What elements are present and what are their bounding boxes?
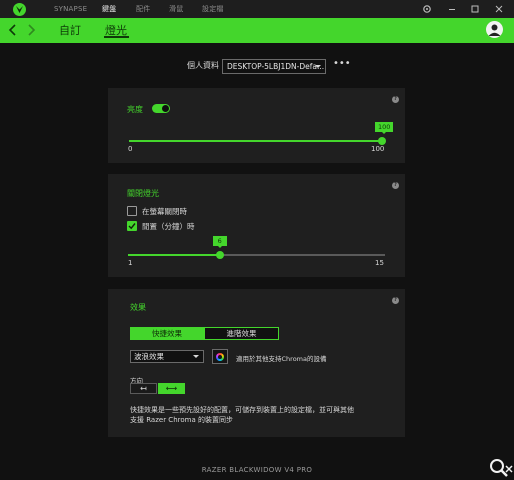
display-off-label: 在螢幕關閉時 — [142, 207, 187, 216]
forward-arrow-icon[interactable] — [24, 22, 38, 38]
more-options-icon[interactable]: ••• — [333, 59, 351, 73]
brightness-panel: ? 亮度 100 0 100 — [108, 88, 405, 163]
idle-max-label: 15 — [375, 259, 384, 267]
effect-select-value: 波浪效果 — [134, 352, 164, 361]
profile-value: DESKTOP-5LBJ1DN-Defa... — [227, 62, 325, 71]
idle-min-label: 1 — [128, 259, 133, 267]
advanced-effects-tab[interactable]: 進階效果 — [204, 327, 279, 340]
brightness-slider-fill — [129, 140, 382, 142]
idle-checkbox[interactable] — [127, 221, 137, 231]
idle-slider-fill — [128, 254, 220, 256]
idle-value-badge: 6 — [212, 236, 227, 248]
active-tab-indicator — [104, 36, 129, 38]
effects-description-line-2: 支援 Razer Chroma 的裝置同步 — [130, 416, 233, 424]
brightness-value-badge: 100 — [375, 122, 394, 134]
lights-off-title: 關閉燈光 — [127, 189, 159, 198]
chroma-color-button[interactable] — [212, 349, 228, 364]
razer-logo-icon — [13, 3, 26, 16]
help-icon[interactable]: ? — [392, 297, 399, 304]
brightness-toggle[interactable] — [152, 104, 170, 113]
color-wheel-icon — [216, 353, 224, 361]
back-arrow-icon[interactable] — [6, 22, 20, 38]
tab-customize[interactable]: 自訂 — [59, 18, 81, 43]
close-icon[interactable] — [493, 3, 505, 15]
brightness-title: 亮度 — [127, 105, 143, 114]
nav-mouse[interactable]: 滑鼠 — [169, 0, 183, 18]
idle-slider-thumb[interactable] — [215, 251, 224, 259]
brightness-min-label: 0 — [128, 145, 133, 153]
title-bar: SYNAPSE 鍵盤 配件 滑鼠 設定檔 — [0, 0, 514, 18]
display-off-checkbox[interactable] — [127, 206, 137, 216]
lights-off-panel: ? 關閉燈光 在螢幕關閉時 閒置（分鐘）時 6 1 15 — [108, 174, 405, 277]
tab-lighting[interactable]: 燈光 — [105, 18, 127, 43]
quick-effects-tab[interactable]: 快捷效果 — [130, 327, 204, 340]
idle-label: 閒置（分鐘）時 — [142, 222, 195, 231]
nav-profiles[interactable]: 設定檔 — [202, 0, 224, 18]
sub-nav-bar: 自訂 燈光 — [0, 18, 514, 43]
effects-title: 效果 — [130, 303, 146, 312]
device-name: RAZER BLACKWIDOW V4 PRO — [201, 466, 313, 474]
idle-minutes-slider[interactable]: 6 — [128, 236, 385, 259]
chroma-apply-label: 適用於其他支持Chroma的設備 — [236, 355, 327, 363]
profile-label: 個人資料 — [187, 61, 219, 70]
help-icon[interactable]: ? — [392, 96, 399, 103]
minimize-icon[interactable] — [446, 3, 458, 15]
help-icon[interactable]: ? — [392, 182, 399, 189]
brightness-max-label: 100 — [371, 145, 385, 153]
direction-left-button[interactable]: ↤ — [130, 383, 157, 394]
brightness-slider[interactable]: 100 — [129, 122, 394, 145]
magnifier-icon[interactable] — [486, 456, 514, 480]
maximize-icon[interactable] — [469, 3, 481, 15]
profile-dropdown[interactable]: DESKTOP-5LBJ1DN-Defa... — [222, 59, 326, 74]
direction-right-button[interactable]: ⟷ — [158, 383, 185, 394]
effects-panel: ? 效果 快捷效果 進階效果 波浪效果 適用於其他支持Chroma的設備 方向 … — [108, 289, 405, 437]
nav-synapse[interactable]: SYNAPSE — [54, 0, 87, 18]
settings-gear-icon[interactable] — [421, 3, 433, 15]
effect-select[interactable]: 波浪效果 — [130, 350, 204, 363]
chevron-down-icon — [193, 355, 199, 358]
avatar[interactable] — [486, 21, 503, 38]
brightness-slider-thumb[interactable] — [378, 137, 386, 145]
effects-description-line-1: 快捷效果是一些預先設好的配置，可儲存到裝置上的設定檔，並可與其他 — [130, 406, 354, 414]
chevron-down-icon — [315, 65, 321, 68]
nav-keyboard[interactable]: 鍵盤 — [102, 0, 116, 18]
nav-accessories[interactable]: 配件 — [136, 0, 150, 18]
